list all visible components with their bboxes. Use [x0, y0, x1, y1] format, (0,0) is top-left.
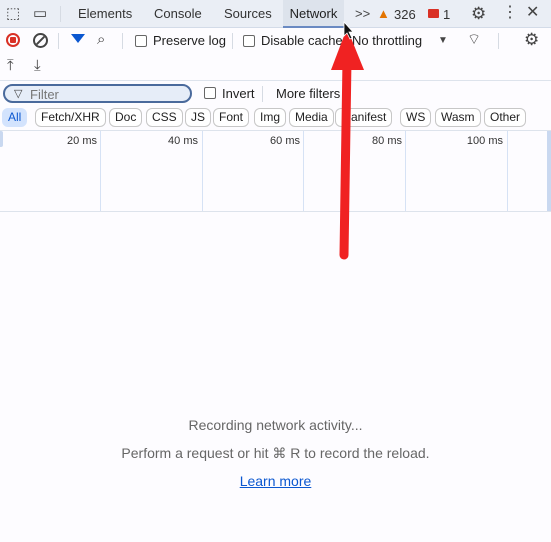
- arrow-shaft: [339, 55, 352, 260]
- annotation-arrow: [331, 20, 364, 260]
